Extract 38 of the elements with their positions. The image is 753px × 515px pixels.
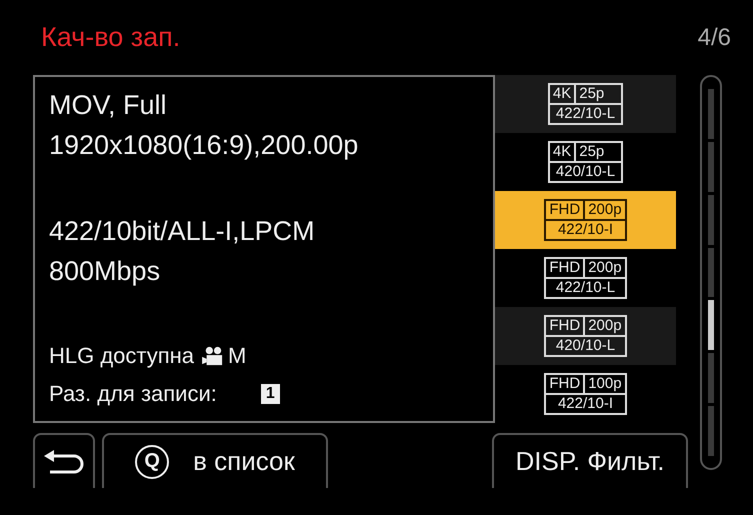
back-icon — [44, 448, 84, 474]
mode-letter: M — [228, 343, 246, 369]
info-line: 422/10bit/ALL-I,LPCM — [49, 215, 316, 248]
format-label: 422/10-I — [556, 395, 614, 413]
quality-option[interactable]: 4K 25p 422/10-L — [495, 75, 676, 133]
quality-option[interactable]: FHD 200p 422/10-I — [495, 191, 676, 249]
fps-label: 200p — [583, 317, 625, 335]
fps-label: 200p — [583, 201, 625, 219]
fps-label: 200p — [583, 259, 625, 277]
filter-button[interactable]: DISP. Фильт. — [492, 433, 688, 488]
resolution-label: FHD — [548, 375, 582, 393]
page-indicator: 4/6 — [698, 24, 731, 52]
to-list-button[interactable]: Q в список — [102, 433, 328, 488]
screen-title: Кач-во зап. — [41, 22, 180, 53]
fps-label: 25p — [574, 85, 608, 103]
resolution-label: FHD — [548, 201, 582, 219]
card-slot-label: Раз. для записи: — [49, 381, 217, 407]
quality-option[interactable]: FHD 200p 420/10-L — [495, 307, 676, 365]
format-label: 420/10-L — [554, 337, 616, 355]
q-key-icon: Q — [135, 444, 170, 478]
info-line: 800Mbps — [49, 255, 162, 288]
scrollbar[interactable] — [700, 75, 722, 470]
movie-camera-icon — [202, 346, 224, 366]
info-line: MOV, Full — [49, 89, 168, 122]
back-button[interactable] — [33, 433, 95, 488]
format-label: 422/10-L — [554, 105, 616, 123]
resolution-label: 4K — [552, 143, 572, 161]
info-line: 1920x1080(16:9),200.00p — [49, 129, 360, 162]
fps-label: 25p — [574, 143, 608, 161]
resolution-label: FHD — [548, 259, 582, 277]
format-label: 422/10-I — [556, 221, 614, 239]
fps-label: 100p — [583, 375, 625, 393]
card-slot-badge: 1 — [260, 384, 280, 404]
format-label: 422/10-L — [554, 279, 616, 297]
resolution-label: 4K — [552, 85, 572, 103]
hlg-label: HLG доступна — [49, 343, 194, 369]
resolution-label: FHD — [548, 317, 582, 335]
format-label: 420/10-L — [554, 163, 616, 181]
